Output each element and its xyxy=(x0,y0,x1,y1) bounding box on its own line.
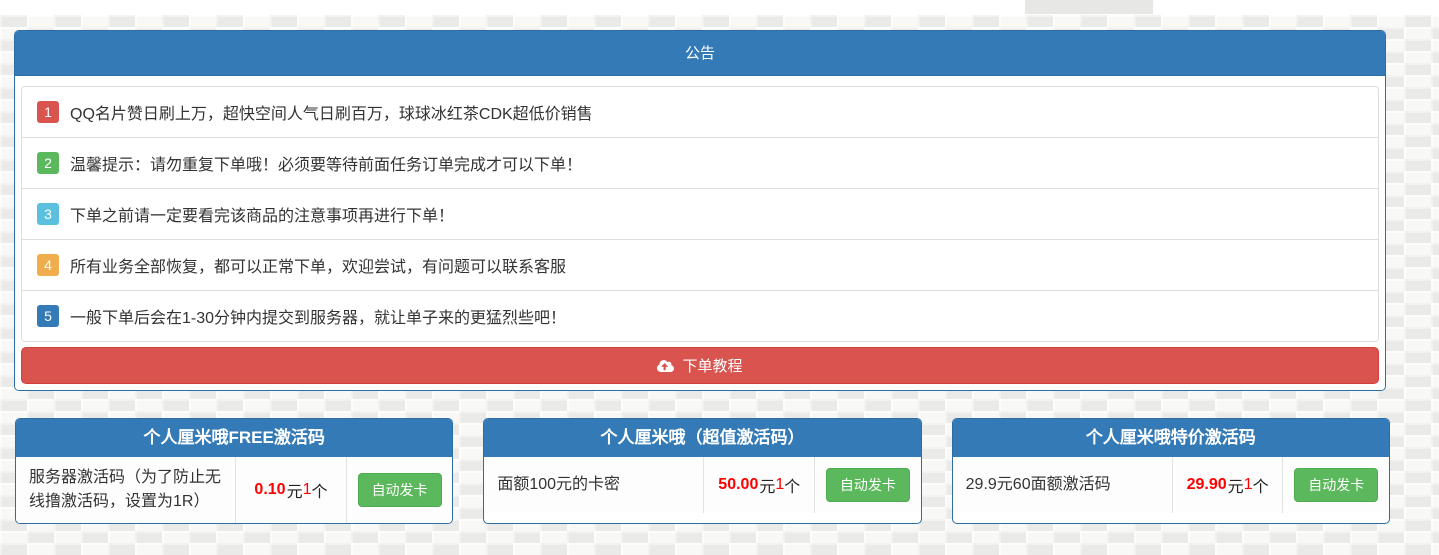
product-card-special: 个人厘米哦特价激活码 29.9元60面额激活码 29.90元1个 自动发卡 xyxy=(952,418,1390,524)
product-name: 服务器激活码（为了防止无线撸激活码，设置为1R） xyxy=(16,457,235,523)
announcement-number-badge: 1 xyxy=(37,101,59,123)
price-amount: 50.00 xyxy=(718,476,758,494)
price-currency: 元 xyxy=(1228,473,1244,497)
announcement-text: 一般下单后会在1-30分钟内提交到服务器，就让单子来的更猛烈些吧！ xyxy=(70,304,566,328)
announcement-item-5: 5 一般下单后会在1-30分钟内提交到服务器，就让单子来的更猛烈些吧！ xyxy=(22,290,1378,341)
product-card-value: 个人厘米哦（超值激活码） 面额100元的卡密 50.00元1个 自动发卡 xyxy=(483,418,921,524)
product-name: 29.9元60面额激活码 xyxy=(953,457,1172,513)
auto-delivery-button[interactable]: 自动发卡 xyxy=(826,468,910,502)
announcement-item-4: 4 所有业务全部恢复，都可以正常下单，欢迎尝试，有问题可以联系客服 xyxy=(22,239,1378,290)
announcement-item-1: 1 QQ名片赞日刷上万，超快空间人气日刷百万，球球冰红茶CDK超低价销售 xyxy=(22,87,1378,137)
price-qty: 1 xyxy=(1244,476,1253,494)
announcement-number-badge: 2 xyxy=(37,152,59,174)
announcement-item-2: 2 温馨提示：请勿重复下单哦！必须要等待前面任务订单完成才可以下单！ xyxy=(22,137,1378,188)
product-name: 面额100元的卡密 xyxy=(484,457,703,513)
price-qty: 1 xyxy=(775,476,784,494)
announcement-number-badge: 4 xyxy=(37,254,59,276)
price-amount: 0.10 xyxy=(254,481,285,499)
price-qty: 1 xyxy=(303,481,312,499)
auto-delivery-button[interactable]: 自动发卡 xyxy=(1294,468,1378,502)
product-card-free: 个人厘米哦FREE激活码 服务器激活码（为了防止无线撸激活码，设置为1R） 0.… xyxy=(15,418,453,524)
price-unit: 个 xyxy=(784,473,800,497)
order-tutorial-label: 下单教程 xyxy=(682,355,742,376)
product-card-body: 29.9元60面额激活码 29.90元1个 自动发卡 xyxy=(953,457,1389,513)
page-content: 公告 1 QQ名片赞日刷上万，超快空间人气日刷百万，球球冰红茶CDK超低价销售 … xyxy=(0,0,1439,524)
product-price: 50.00元1个 xyxy=(703,457,814,513)
product-buy-cell: 自动发卡 xyxy=(1282,457,1389,513)
announcement-item-3: 3 下单之前请一定要看完该商品的注意事项再进行下单！ xyxy=(22,188,1378,239)
product-buy-cell: 自动发卡 xyxy=(346,457,453,523)
auto-delivery-button[interactable]: 自动发卡 xyxy=(358,473,442,507)
announcement-panel-title: 公告 xyxy=(15,31,1385,76)
announcement-list: 1 QQ名片赞日刷上万，超快空间人气日刷百万，球球冰红茶CDK超低价销售 2 温… xyxy=(21,86,1379,342)
cloud-download-icon xyxy=(657,359,674,373)
product-card-title: 个人厘米哦（超值激活码） xyxy=(484,419,920,457)
product-card-title: 个人厘米哦FREE激活码 xyxy=(16,419,452,457)
price-currency: 元 xyxy=(287,478,303,502)
price-currency: 元 xyxy=(759,473,775,497)
product-buy-cell: 自动发卡 xyxy=(814,457,921,513)
announcement-text: QQ名片赞日刷上万，超快空间人气日刷百万，球球冰红茶CDK超低价销售 xyxy=(70,100,593,124)
product-price: 0.10元1个 xyxy=(235,457,346,523)
product-card-body: 面额100元的卡密 50.00元1个 自动发卡 xyxy=(484,457,920,513)
announcement-text: 下单之前请一定要看完该商品的注意事项再进行下单！ xyxy=(70,202,454,226)
product-cards-row: 个人厘米哦FREE激活码 服务器激活码（为了防止无线撸激活码，设置为1R） 0.… xyxy=(15,418,1390,524)
announcement-text: 所有业务全部恢复，都可以正常下单，欢迎尝试，有问题可以联系客服 xyxy=(70,253,566,277)
announcement-panel: 公告 1 QQ名片赞日刷上万，超快空间人气日刷百万，球球冰红茶CDK超低价销售 … xyxy=(14,30,1386,391)
price-unit: 个 xyxy=(311,478,327,502)
product-card-body: 服务器激活码（为了防止无线撸激活码，设置为1R） 0.10元1个 自动发卡 xyxy=(16,457,452,523)
price-amount: 29.90 xyxy=(1187,476,1227,494)
announcement-panel-body: 1 QQ名片赞日刷上万，超快空间人气日刷百万，球球冰红茶CDK超低价销售 2 温… xyxy=(15,76,1385,390)
announcement-number-badge: 5 xyxy=(37,305,59,327)
announcement-number-badge: 3 xyxy=(37,203,59,225)
price-unit: 个 xyxy=(1253,473,1269,497)
announcement-text: 温馨提示：请勿重复下单哦！必须要等待前面任务订单完成才可以下单！ xyxy=(70,151,582,175)
order-tutorial-button[interactable]: 下单教程 xyxy=(21,347,1379,384)
product-price: 29.90元1个 xyxy=(1172,457,1283,513)
product-card-title: 个人厘米哦特价激活码 xyxy=(953,419,1389,457)
